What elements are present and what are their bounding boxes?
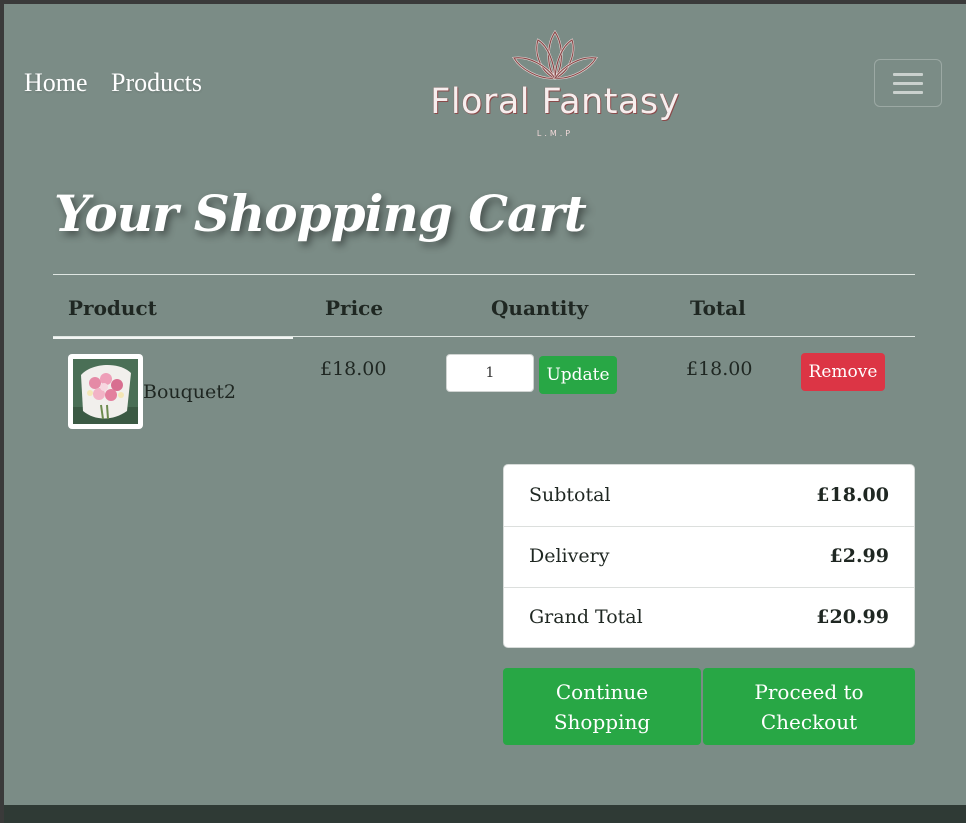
footer-bar — [4, 805, 966, 823]
table-top-divider — [53, 274, 915, 275]
line-total: £18.00 — [686, 358, 753, 380]
quantity-input[interactable] — [446, 354, 534, 392]
delivery-value: £2.99 — [829, 545, 890, 567]
hamburger-icon-bar — [893, 91, 923, 94]
grand-total-value: £20.99 — [816, 606, 889, 628]
column-header-price: Price — [325, 296, 384, 320]
continue-label-line1: Continue — [555, 679, 649, 704]
bouquet-image — [73, 359, 138, 424]
product-price: £18.00 — [320, 358, 387, 380]
product-name: Bouquet2 — [143, 381, 237, 403]
checkout-label-line1: Proceed to — [754, 679, 864, 704]
column-header-quantity: Quantity — [491, 296, 589, 320]
column-header-total: Total — [690, 296, 746, 320]
brand-logo[interactable]: Floral Fantasy L.M.P — [430, 28, 680, 140]
update-quantity-button[interactable]: Update — [539, 356, 617, 394]
summary-row-subtotal: Subtotal £18.00 — [504, 465, 914, 526]
table-header-active-underline — [53, 337, 293, 339]
hamburger-menu-button[interactable] — [874, 59, 942, 107]
hamburger-icon — [893, 73, 923, 76]
brand-subtitle: L.M.P — [536, 129, 574, 138]
subtotal-label: Subtotal — [529, 484, 611, 506]
nav-home-link[interactable]: Home — [24, 68, 88, 98]
proceed-to-checkout-button[interactable]: Proceed to Checkout — [703, 668, 915, 745]
continue-shopping-button[interactable]: Continue Shopping — [503, 668, 701, 745]
order-summary: Subtotal £18.00 Delivery £2.99 Grand Tot… — [503, 464, 915, 648]
delivery-label: Delivery — [529, 545, 610, 567]
nav-products-link[interactable]: Products — [111, 68, 202, 98]
grand-total-label: Grand Total — [529, 606, 643, 628]
page-title: Your Shopping Cart — [54, 184, 587, 243]
product-thumbnail[interactable] — [68, 354, 143, 429]
subtotal-value: £18.00 — [816, 484, 889, 506]
brand-name: Floral Fantasy — [430, 82, 680, 122]
page-frame: Home Products Floral Fantasy L.M.P Your … — [4, 4, 966, 823]
summary-row-delivery: Delivery £2.99 — [504, 526, 914, 587]
hamburger-icon-bar — [893, 82, 923, 85]
summary-row-grand-total: Grand Total £20.99 — [504, 587, 914, 648]
checkout-label-line2: Checkout — [760, 709, 858, 734]
lotus-logo-icon — [512, 30, 598, 80]
column-header-product: Product — [68, 296, 157, 320]
continue-label-line2: Shopping — [553, 709, 651, 734]
remove-item-button[interactable]: Remove — [801, 353, 885, 391]
